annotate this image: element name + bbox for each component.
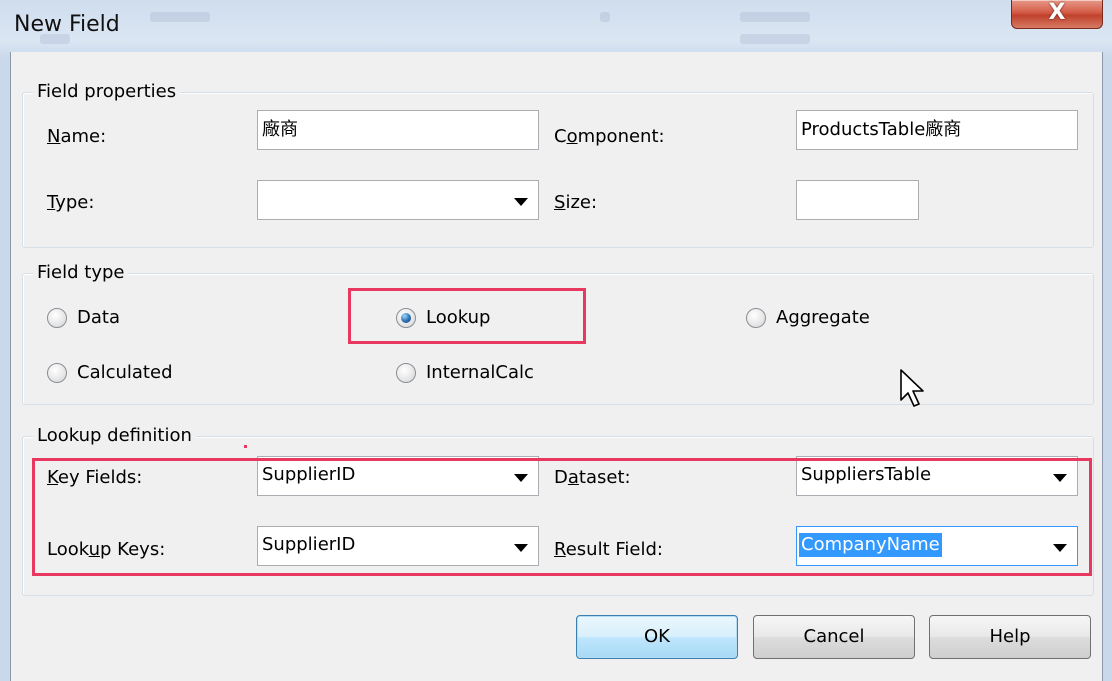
help-button[interactable]: Help (929, 615, 1091, 659)
close-icon: X (1048, 0, 1066, 25)
radio-calculated-label[interactable]: Calculated (77, 361, 173, 385)
dialog-title: New Field (14, 12, 120, 37)
background-ghost-text (740, 12, 810, 22)
type-select[interactable] (257, 180, 539, 220)
radio-aggregate-label[interactable]: Aggregate (776, 306, 870, 330)
size-label: Size: (554, 192, 598, 213)
component-field[interactable]: ProductsTable廠商 (796, 110, 1078, 150)
name-label: Name: (47, 126, 107, 147)
close-button[interactable]: X (1011, 0, 1103, 29)
radio-data-label[interactable]: Data (77, 306, 120, 330)
new-field-dialog: New Field X Field properties Name: 廠商 Co… (0, 0, 1112, 681)
lookup-definition-highlight-box (32, 458, 1092, 576)
chevron-down-icon[interactable] (514, 198, 528, 206)
background-ghost-text (600, 12, 610, 22)
name-field[interactable]: 廠商 (257, 110, 539, 150)
size-field[interactable] (796, 180, 919, 220)
type-label: Type: (47, 192, 95, 213)
radio-internalcalc[interactable] (396, 363, 416, 383)
component-label: Component: (554, 126, 665, 147)
mouse-cursor-icon (900, 369, 924, 407)
annotation-dot (244, 445, 247, 448)
radio-data[interactable] (47, 308, 67, 328)
title-bar[interactable]: New Field X (0, 0, 1112, 52)
radio-internalcalc-label[interactable]: InternalCalc (426, 361, 534, 385)
lookup-highlight-box (348, 288, 586, 344)
ok-button[interactable]: OK (576, 615, 738, 659)
radio-aggregate[interactable] (746, 308, 766, 328)
radio-calculated[interactable] (47, 363, 67, 383)
background-ghost-text (740, 34, 810, 44)
cancel-button[interactable]: Cancel (753, 615, 915, 659)
lookup-definition-legend: Lookup definition (33, 424, 196, 448)
field-properties-legend: Field properties (33, 80, 181, 104)
background-ghost-text (150, 12, 210, 22)
field-type-legend: Field type (33, 261, 129, 285)
